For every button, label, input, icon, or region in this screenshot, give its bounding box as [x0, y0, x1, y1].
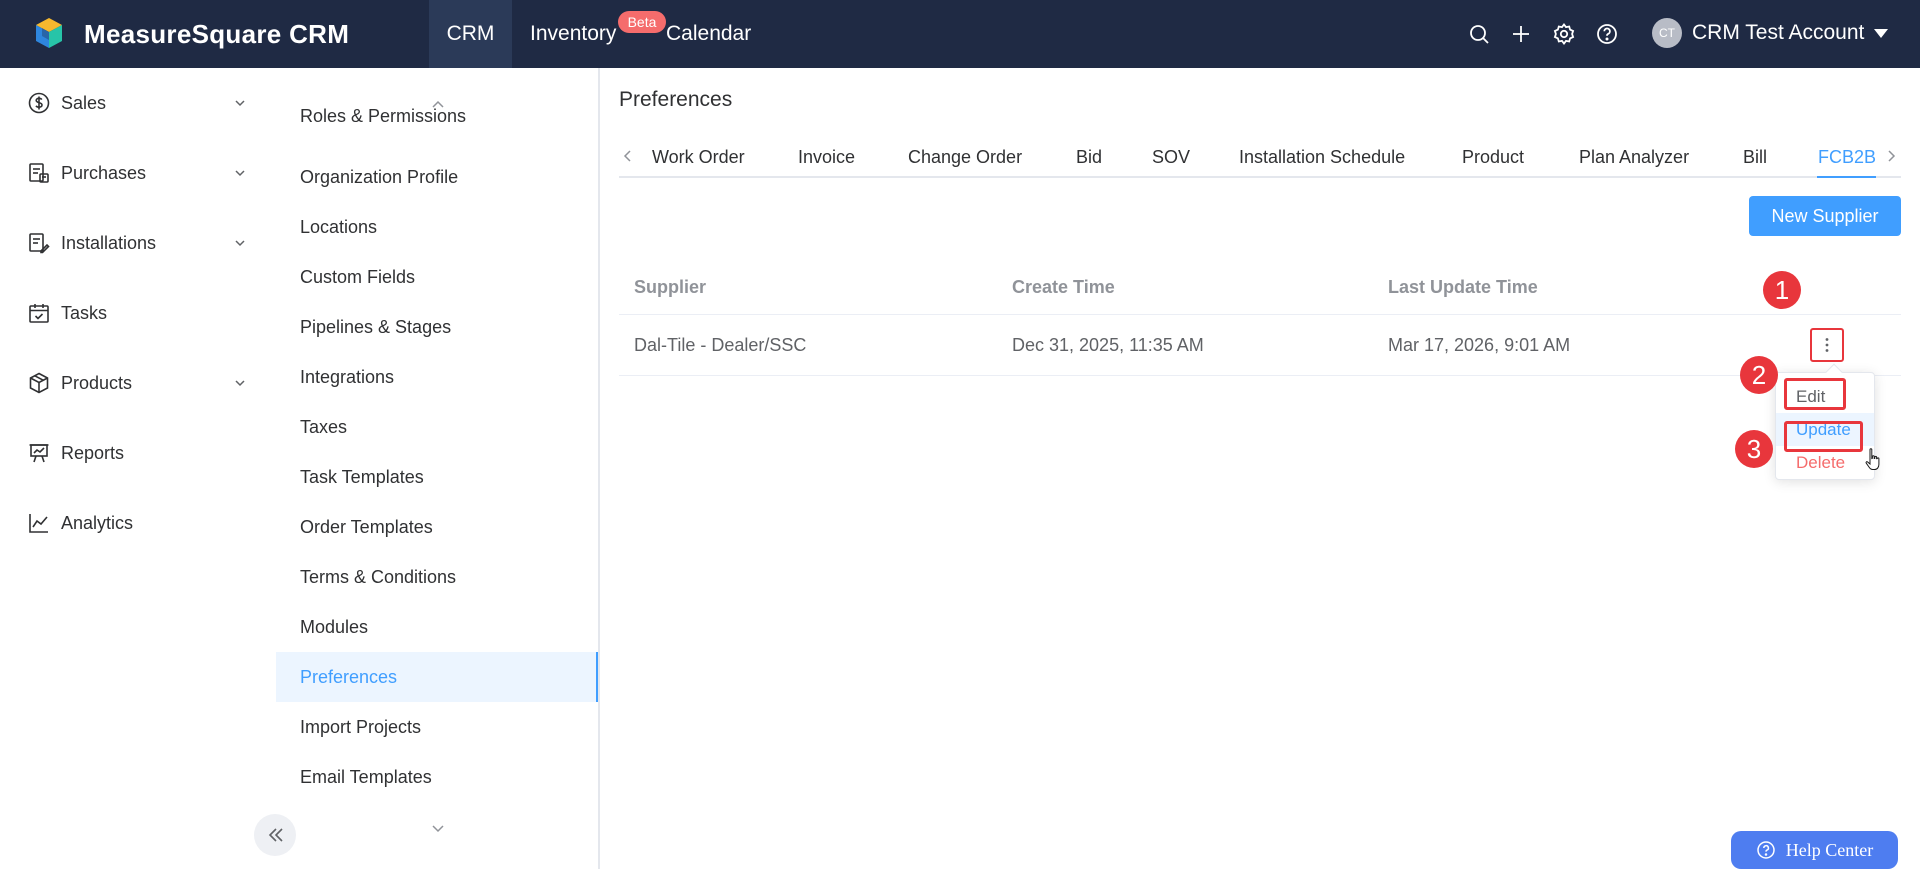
account-name: CRM Test Account	[1692, 21, 1865, 44]
sidebar-item-sales[interactable]: Sales	[0, 78, 276, 128]
avatar: CT	[1652, 18, 1682, 48]
tab-bill[interactable]: Bill	[1743, 136, 1767, 178]
top-bar: MeasureSquare CRM CRM Inventory Beta Cal…	[0, 0, 1920, 68]
tab-product[interactable]: Product	[1462, 136, 1524, 178]
submenu-item-order-templates[interactable]: Order Templates	[276, 502, 598, 552]
account-menu[interactable]: CT CRM Test Account	[1652, 18, 1889, 48]
tab-plan-analyzer[interactable]: Plan Analyzer	[1579, 136, 1689, 178]
main-sidebar: Sales Purchases Installations Tasks Prod…	[0, 68, 276, 869]
app-root: MeasureSquare CRM CRM Inventory Beta Cal…	[0, 0, 1920, 869]
help-circle-icon	[1757, 841, 1775, 859]
submenu-item-pipelines-stages[interactable]: Pipelines & Stages	[276, 302, 598, 352]
sidebar-label-sales: Sales	[61, 92, 107, 113]
sidebar-item-products[interactable]: Products	[0, 358, 276, 408]
table-row[interactable]: Dal-Tile - Dealer/SSC Dec 31, 2025, 11:3…	[619, 315, 1901, 376]
submenu-item-terms-conditions[interactable]: Terms & Conditions	[276, 552, 598, 602]
submenu-item-taxes[interactable]: Taxes	[276, 402, 598, 452]
row-actions-button[interactable]	[1810, 328, 1844, 362]
page-title: Preferences	[619, 88, 733, 111]
help-center-button[interactable]: Help Center	[1731, 831, 1898, 869]
tab-fcb2b[interactable]: FCB2B	[1818, 136, 1876, 178]
calendar-check-icon	[27, 301, 51, 325]
sidebar-item-analytics[interactable]: Analytics	[0, 498, 276, 548]
chevron-right-icon[interactable]	[1883, 148, 1899, 164]
help-icon[interactable]	[1595, 22, 1619, 46]
chevron-down-icon	[233, 166, 247, 180]
sidebar-label-tasks: Tasks	[61, 302, 108, 323]
hand-pointer-icon	[1863, 447, 1885, 475]
settings-submenu: Roles & Permissions Organization Profile…	[276, 68, 600, 869]
sidebar-item-reports[interactable]: Reports	[0, 428, 276, 478]
highlight-edit	[1784, 378, 1846, 410]
line-chart-icon	[27, 511, 51, 535]
active-tab-indicator	[1817, 176, 1876, 178]
submenu-item-import-projects[interactable]: Import Projects	[276, 702, 598, 752]
sidebar-item-tasks[interactable]: Tasks	[0, 288, 276, 338]
caret-down-icon	[1874, 28, 1889, 38]
step-badge-2: 2	[1740, 356, 1778, 394]
tab-invoice[interactable]: Invoice	[798, 136, 855, 178]
step-badge-3: 3	[1735, 430, 1773, 468]
supplier-table: Supplier Create Time Last Update Time Da…	[619, 259, 1901, 376]
search-icon[interactable]	[1467, 22, 1491, 46]
more-vertical-icon	[1825, 338, 1829, 352]
sidebar-label-installations: Installations	[61, 232, 157, 253]
cell-supplier: Dal-Tile - Dealer/SSC	[634, 335, 807, 355]
tab-installation-schedule[interactable]: Installation Schedule	[1239, 136, 1405, 178]
column-header-create-time: Create Time	[1012, 277, 1115, 297]
nav-calendar[interactable]: Calendar	[666, 0, 751, 68]
brand-name: MeasureSquare CRM	[84, 18, 350, 49]
sidebar-label-purchases: Purchases	[61, 162, 147, 183]
plus-icon[interactable]	[1509, 22, 1533, 46]
submenu-item-preferences[interactable]: Preferences	[276, 652, 598, 702]
sidebar-item-purchases[interactable]: Purchases	[0, 148, 276, 198]
gear-icon[interactable]	[1552, 22, 1576, 46]
submenu-item-integrations[interactable]: Integrations	[276, 352, 598, 402]
submenu-item-email-templates[interactable]: Email Templates	[276, 752, 598, 802]
submenu-item-custom-fields[interactable]: Custom Fields	[276, 252, 598, 302]
cell-last-update-time: Mar 17, 2026, 9:01 AM	[1388, 335, 1571, 355]
sidebar-label-analytics: Analytics	[61, 512, 134, 533]
presentation-icon	[27, 441, 51, 465]
chevron-down-icon	[233, 96, 247, 110]
box-icon	[27, 371, 51, 395]
scroll-down-icon[interactable]	[426, 816, 450, 840]
help-center-label: Help Center	[1785, 839, 1874, 860]
highlight-update	[1784, 421, 1863, 452]
tab-change-order[interactable]: Change Order	[908, 136, 1022, 178]
column-header-last-update-time: Last Update Time	[1388, 277, 1538, 297]
chevron-left-icon[interactable]	[620, 148, 636, 164]
nav-inventory[interactable]: Inventory	[530, 0, 616, 68]
brand-logo-icon	[36, 18, 62, 48]
beta-badge: Beta	[618, 11, 666, 33]
chevron-down-icon	[233, 236, 247, 250]
submenu-item-organization-profile[interactable]: Organization Profile	[276, 152, 598, 202]
column-header-supplier: Supplier	[634, 277, 707, 297]
submenu-item-locations[interactable]: Locations	[276, 202, 598, 252]
submenu-item-modules[interactable]: Modules	[276, 602, 598, 652]
cell-create-time: Dec 31, 2025, 11:35 AM	[1012, 335, 1204, 355]
chevron-down-icon	[233, 376, 247, 390]
installation-icon	[27, 231, 51, 255]
tab-sov[interactable]: SOV	[1152, 136, 1190, 178]
tab-bid[interactable]: Bid	[1076, 136, 1102, 178]
purchase-icon	[27, 161, 51, 185]
brand[interactable]: MeasureSquare CRM	[34, 16, 349, 52]
preferences-tabs: Work Order Invoice Change Order Bid SOV …	[619, 136, 1901, 178]
sidebar-label-reports: Reports	[61, 442, 125, 463]
dollar-icon	[27, 91, 51, 115]
submenu-item-task-templates[interactable]: Task Templates	[276, 452, 598, 502]
tab-work-order[interactable]: Work Order	[652, 136, 745, 178]
step-badge-1: 1	[1763, 271, 1801, 309]
nav-crm[interactable]: CRM	[429, 0, 512, 68]
collapse-sidebar-button[interactable]	[254, 814, 296, 856]
table-header: Supplier Create Time Last Update Time	[619, 259, 1901, 315]
sidebar-label-products: Products	[61, 372, 133, 393]
sidebar-item-installations[interactable]: Installations	[0, 218, 276, 268]
new-supplier-button[interactable]: New Supplier	[1749, 196, 1901, 236]
submenu-item-roles-permissions[interactable]: Roles & Permissions	[276, 91, 598, 141]
main-content: Preferences Work Order Invoice Change Or…	[600, 68, 1920, 869]
